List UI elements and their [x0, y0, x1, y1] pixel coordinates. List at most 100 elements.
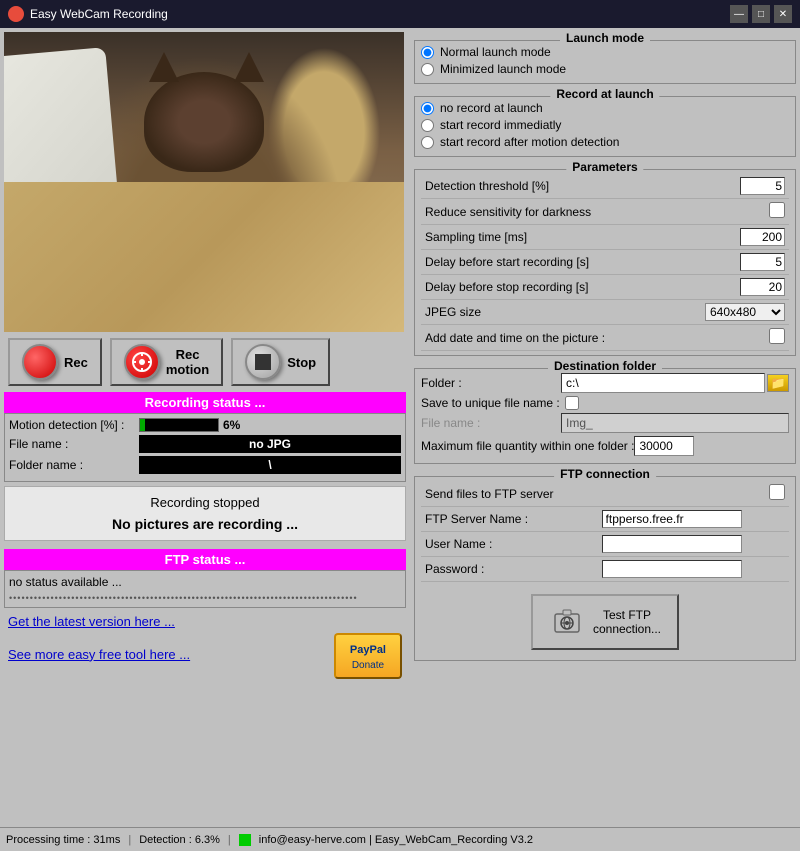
reduce-sensitivity-checkbox[interactable]: [769, 202, 785, 218]
record-immediately-radio[interactable]: [421, 119, 434, 132]
dest-unique-checkbox[interactable]: [565, 396, 579, 410]
param-jpeg-row: JPEG size 640x480 320x240 1280x960: [421, 300, 789, 325]
ftp-status-panel: no status available ... ••••••••••••••••…: [4, 570, 406, 608]
app-icon: [8, 6, 24, 22]
ftp-pass-input[interactable]: [602, 560, 742, 578]
minimize-button[interactable]: —: [730, 5, 748, 23]
delay-stop-input[interactable]: [740, 278, 785, 296]
rec-label: Rec: [64, 355, 88, 370]
sep2: |: [228, 834, 231, 846]
motion-row: Motion detection [%] : 6%: [9, 418, 401, 432]
folder-browse-icon[interactable]: 📁: [767, 374, 789, 392]
record-motion-radio[interactable]: [421, 136, 434, 149]
rec-icon: [22, 344, 58, 380]
record-motion-row: start record after motion detection: [421, 135, 789, 149]
launch-minimized-row: Minimized launch mode: [421, 62, 789, 76]
folder-name-value: \: [139, 456, 401, 474]
ftp-status-label: FTP status ...: [165, 552, 246, 567]
jpeg-size-select[interactable]: 640x480 320x240 1280x960: [705, 303, 785, 321]
params-table: Detection threshold [%] Reduce sensitivi…: [421, 174, 789, 351]
detection-threshold-input[interactable]: [740, 177, 785, 195]
motion-percent: 6%: [223, 418, 240, 432]
param-jpeg-val: 640x480 320x240 1280x960: [672, 300, 789, 325]
dest-maxfiles-row: Maximum file quantity within one folder …: [421, 436, 789, 456]
param-sensitivity-row: Reduce sensitivity for darkness: [421, 199, 789, 225]
controls-row: Rec Recmotion: [4, 332, 406, 392]
param-delay-stop-row: Delay before stop recording [s]: [421, 275, 789, 300]
param-sampling-val: [672, 225, 789, 250]
motion-bar-container: 6%: [139, 418, 401, 432]
sep1: |: [128, 834, 131, 846]
cat-head: [144, 72, 264, 172]
dest-folder-label: Folder :: [421, 376, 561, 390]
param-detection-label: Detection threshold [%]: [421, 174, 672, 199]
close-button[interactable]: ✕: [774, 5, 792, 23]
rec-button[interactable]: Rec: [8, 338, 102, 386]
record-immediately-row: start record immediatly: [421, 118, 789, 132]
launch-minimized-radio[interactable]: [421, 63, 434, 76]
dest-maxfiles-label: Maximum file quantity within one folder …: [421, 439, 634, 453]
ftp-send-val: [598, 481, 789, 507]
title-bar-left: Easy WebCam Recording: [8, 6, 168, 22]
more-tools-link[interactable]: See more easy free tool here ...: [8, 647, 190, 662]
processing-time: Processing time : 31ms: [6, 834, 120, 846]
ftp-server-row: FTP Server Name :: [421, 507, 789, 532]
dest-filename-label: File name :: [421, 416, 561, 430]
param-date-row: Add date and time on the picture :: [421, 325, 789, 351]
latest-version-link[interactable]: Get the latest version here ...: [8, 614, 402, 629]
ftp-table: Send files to FTP server FTP Server Name…: [421, 481, 789, 582]
paypal-button[interactable]: PayPalDonate: [334, 633, 402, 679]
email-info: info@easy-herve.com | Easy_WebCam_Record…: [259, 834, 533, 846]
stop-square: [255, 354, 271, 370]
ftp-pass-label: Password :: [421, 557, 598, 582]
file-name-row: File name : no JPG: [9, 435, 401, 453]
paypal-label: PayPalDonate: [350, 644, 386, 671]
ftp-user-input[interactable]: [602, 535, 742, 553]
ftp-pass-val: [598, 557, 789, 582]
motion-bar-fill: [140, 419, 145, 431]
record-at-launch-title: Record at launch: [550, 87, 659, 101]
dest-folder-row: Folder : 📁: [421, 373, 789, 393]
launch-mode-title: Launch mode: [560, 31, 650, 45]
cat-ear-left: [149, 52, 179, 82]
ftp-send-row: Send files to FTP server: [421, 481, 789, 507]
title-bar-controls: — □ ✕: [730, 5, 792, 23]
delay-start-input[interactable]: [740, 253, 785, 271]
param-sensitivity-val: [672, 199, 789, 225]
dest-maxfiles-input[interactable]: [634, 436, 694, 456]
stop-button[interactable]: Stop: [231, 338, 330, 386]
launch-normal-row: Normal launch mode: [421, 45, 789, 59]
ftp-send-checkbox[interactable]: [769, 484, 785, 500]
folder-name-row: Folder name : \: [9, 456, 401, 474]
file-name-value: no JPG: [139, 435, 401, 453]
param-delay-start-row: Delay before start recording [s]: [421, 250, 789, 275]
ftp-pass-row: Password :: [421, 557, 789, 582]
app-title: Easy WebCam Recording: [30, 7, 168, 21]
webcam-view: [4, 32, 404, 332]
ftp-server-input[interactable]: [602, 510, 742, 528]
record-immediately-label: start record immediatly: [440, 118, 561, 132]
ftp-title: FTP connection: [554, 467, 656, 481]
param-sampling-label: Sampling time [ms]: [421, 225, 672, 250]
test-ftp-label: Test FTPconnection...: [593, 608, 661, 636]
record-none-radio[interactable]: [421, 102, 434, 115]
recording-status-bar: Recording status ...: [4, 392, 406, 413]
ftp-status-text: no status available ...: [9, 575, 401, 589]
recording-stopped-text: Recording stopped: [13, 495, 397, 510]
param-delay-stop-label: Delay before stop recording [s]: [421, 275, 672, 300]
file-name-label: File name :: [9, 437, 139, 451]
record-motion-label: start record after motion detection: [440, 135, 619, 149]
launch-normal-radio[interactable]: [421, 46, 434, 59]
dest-folder-input[interactable]: [561, 373, 765, 393]
green-indicator: [239, 834, 251, 846]
status-panel: Motion detection [%] : 6% File name : no…: [4, 413, 406, 482]
main-container: Rec Recmotion: [0, 28, 800, 827]
test-ftp-button[interactable]: Test FTPconnection...: [531, 594, 679, 650]
ftp-dots: ••••••••••••••••••••••••••••••••••••••••…: [9, 593, 401, 603]
maximize-button[interactable]: □: [752, 5, 770, 23]
ftp-user-val: [598, 532, 789, 557]
add-date-checkbox[interactable]: [769, 328, 785, 344]
param-jpeg-label: JPEG size: [421, 300, 672, 325]
sampling-time-input[interactable]: [740, 228, 785, 246]
rec-motion-button[interactable]: Recmotion: [110, 338, 223, 386]
